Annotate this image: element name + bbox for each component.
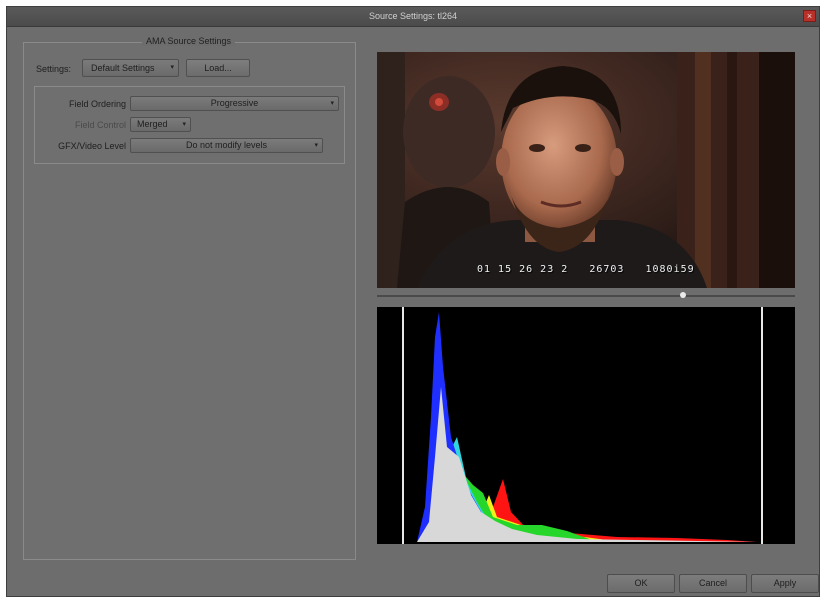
scrub-bar[interactable]: [377, 295, 795, 297]
gfx-video-level-label: GFX/Video Level: [58, 141, 126, 151]
ok-button[interactable]: OK: [607, 574, 675, 593]
field-control-value: Merged: [137, 119, 168, 129]
settings-dropdown[interactable]: Default Settings ▾: [82, 59, 179, 77]
ama-source-settings-panel: AMA Source Settings Settings: Default Se…: [23, 36, 356, 560]
field-ordering-dropdown[interactable]: Progressive ▾: [130, 96, 339, 111]
histogram-display: [377, 307, 795, 544]
field-control-dropdown[interactable]: Merged ▾: [130, 117, 191, 132]
field-settings-group: Field Ordering Progressive ▾ Field Contr…: [34, 86, 345, 164]
panel-title: AMA Source Settings: [142, 36, 236, 46]
settings-row: Settings: Default Settings ▾ Load...: [36, 59, 346, 79]
settings-dropdown-value: Default Settings: [91, 63, 155, 73]
scrub-handle[interactable]: [680, 292, 686, 298]
histogram-luma-curve: [417, 387, 757, 542]
settings-label: Settings:: [36, 64, 72, 74]
chevron-down-icon: ▾: [314, 142, 318, 149]
field-ordering-label: Field Ordering: [68, 99, 126, 109]
video-preview: 01 15 26 23 2 26703 1080i59: [377, 52, 795, 288]
gfx-video-level-dropdown[interactable]: Do not modify levels ▾: [130, 138, 323, 153]
timecode-overlay: 01 15 26 23 2 26703 1080i59: [477, 264, 695, 275]
cancel-button[interactable]: Cancel: [679, 574, 747, 593]
field-ordering-value: Progressive: [210, 98, 259, 108]
chevron-down-icon: ▾: [330, 100, 334, 107]
dialog-title: Source Settings: tl264: [368, 11, 458, 21]
title-bar: Source Settings: tl264 ×: [7, 7, 819, 27]
field-control-label: Field Control: [74, 120, 126, 130]
preview-frame: [377, 52, 795, 288]
chevron-down-icon: ▾: [182, 121, 186, 128]
source-settings-dialog: Source Settings: tl264 × AMA Source Sett…: [6, 6, 820, 597]
close-icon: ×: [806, 11, 813, 21]
load-button[interactable]: Load...: [186, 59, 250, 77]
histogram-graph: [402, 307, 763, 544]
chevron-down-icon: ▾: [170, 64, 174, 71]
gfx-video-level-value: Do not modify levels: [185, 140, 268, 150]
apply-button[interactable]: Apply: [751, 574, 819, 593]
close-button[interactable]: ×: [803, 10, 816, 22]
